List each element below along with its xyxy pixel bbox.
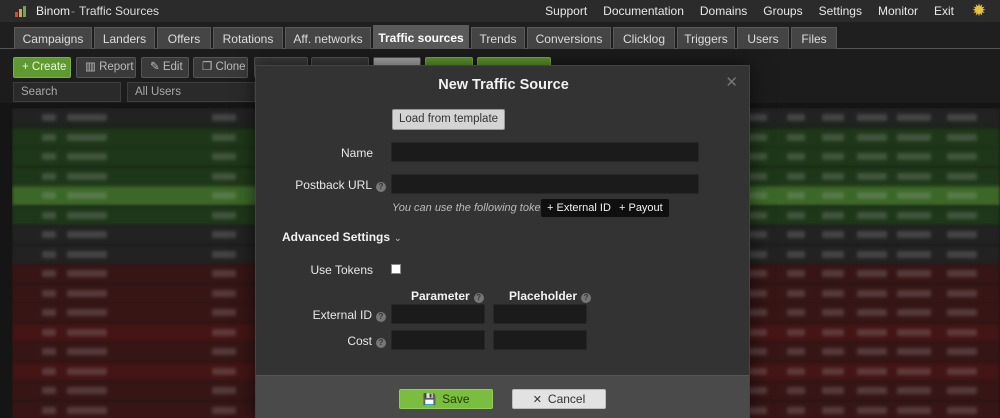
tab-trends[interactable]: Trends (471, 27, 525, 49)
main-tabs: Campaigns Landers Offers Rotations Aff. … (0, 22, 1000, 49)
theme-sun-icon[interactable]: ✹ (970, 2, 988, 20)
clone-button[interactable]: ❐ Clone (193, 57, 248, 78)
external-id-token-button[interactable]: + External ID (541, 199, 617, 217)
external-id-placeholder-input[interactable] (493, 304, 587, 324)
close-icon[interactable]: ✕ (725, 73, 738, 91)
help-icon[interactable]: ? (376, 182, 386, 192)
close-x-icon: ✕ (532, 394, 542, 406)
nav-domains[interactable]: Domains (700, 4, 747, 18)
placeholder-header-text: Placeholder (509, 289, 578, 303)
title-separator: - (71, 4, 75, 18)
tab-landers[interactable]: Landers (94, 27, 155, 49)
tab-users[interactable]: Users (737, 27, 789, 49)
help-icon[interactable]: ? (376, 338, 386, 348)
load-from-template-button[interactable]: Load from template (392, 109, 505, 130)
save-label: Save (442, 392, 470, 406)
binom-logo-icon (15, 5, 29, 17)
name-label: Name (340, 146, 373, 160)
page-title: Traffic Sources (79, 4, 160, 18)
postback-url-label-text: Postback URL (295, 178, 372, 192)
cancel-button[interactable]: ✕ Cancel (512, 389, 606, 409)
new-traffic-source-modal: New Traffic Source ✕ Load from template … (255, 65, 750, 418)
external-id-parameter-input[interactable] (391, 304, 485, 324)
create-button[interactable]: + Create (13, 57, 71, 78)
postback-url-label: Postback URL? (276, 178, 386, 192)
modal-title: New Traffic Source (438, 77, 569, 93)
users-select[interactable]: All Users (127, 82, 255, 102)
edit-button[interactable]: ✎ Edit (141, 57, 189, 78)
edit-icon: ✎ (150, 61, 163, 73)
modal-footer: 💾 Save ✕ Cancel (256, 375, 749, 418)
tab-files[interactable]: Files (791, 27, 837, 49)
advanced-settings-label: Advanced Settings (282, 230, 391, 244)
nav-monitor[interactable]: Monitor (878, 4, 918, 18)
app-root: Binom - Traffic Sources Support Document… (0, 0, 1000, 418)
nav-exit[interactable]: Exit (934, 4, 954, 18)
parameter-header: Parameter? (411, 289, 484, 303)
tab-clicklog[interactable]: Clicklog (613, 27, 675, 49)
nav-support[interactable]: Support (545, 4, 587, 18)
payout-token-button[interactable]: + Payout (613, 199, 669, 217)
advanced-settings-toggle[interactable]: Advanced Settings ⌄ (282, 230, 402, 244)
tab-aff-networks[interactable]: Aff. networks (285, 27, 371, 49)
clone-icon: ❐ (202, 61, 216, 73)
cost-parameter-input[interactable] (391, 330, 485, 350)
nav-groups[interactable]: Groups (763, 4, 802, 18)
help-icon[interactable]: ? (581, 293, 592, 303)
external-id-label-text: External ID (312, 308, 372, 322)
cost-label-text: Cost (347, 334, 372, 348)
top-nav: Support Documentation Domains Groups Set… (529, 4, 954, 18)
chevron-down-icon: ⌄ (394, 233, 402, 243)
tab-offers[interactable]: Offers (157, 27, 211, 49)
parameter-header-text: Parameter (411, 289, 470, 303)
help-icon[interactable]: ? (473, 293, 484, 303)
help-icon[interactable]: ? (376, 312, 386, 322)
tab-triggers[interactable]: Triggers (677, 27, 735, 49)
tab-conversions[interactable]: Conversions (527, 27, 611, 49)
floppy-disk-icon: 💾 (422, 394, 437, 406)
use-tokens-label: Use Tokens (310, 263, 373, 277)
nav-documentation[interactable]: Documentation (603, 4, 684, 18)
save-button[interactable]: 💾 Save (399, 389, 493, 409)
tab-campaigns[interactable]: Campaigns (14, 27, 92, 49)
nav-settings[interactable]: Settings (819, 4, 862, 18)
use-tokens-checkbox[interactable] (391, 264, 401, 274)
cost-placeholder-input[interactable] (493, 330, 587, 350)
tokens-hint: You can use the following tokens: (392, 202, 556, 214)
cost-label: Cost? (276, 334, 386, 348)
name-input[interactable] (391, 142, 699, 162)
report-icon: ▥ (85, 61, 100, 73)
report-button[interactable]: ▥ Report (76, 57, 136, 78)
postback-url-input[interactable] (391, 174, 699, 194)
report-label: Report (99, 61, 134, 73)
app-name: Binom (36, 4, 71, 18)
cancel-label: Cancel (547, 392, 586, 406)
edit-label: Edit (162, 61, 183, 73)
tab-traffic-sources[interactable]: Traffic sources (373, 25, 469, 49)
search-input[interactable]: Search (13, 82, 121, 102)
external-id-label: External ID? (276, 308, 386, 322)
clone-label: Clone (215, 61, 246, 73)
placeholder-header: Placeholder? (509, 289, 592, 303)
tab-rotations[interactable]: Rotations (213, 27, 283, 49)
top-bar: Binom - Traffic Sources Support Document… (0, 0, 1000, 22)
